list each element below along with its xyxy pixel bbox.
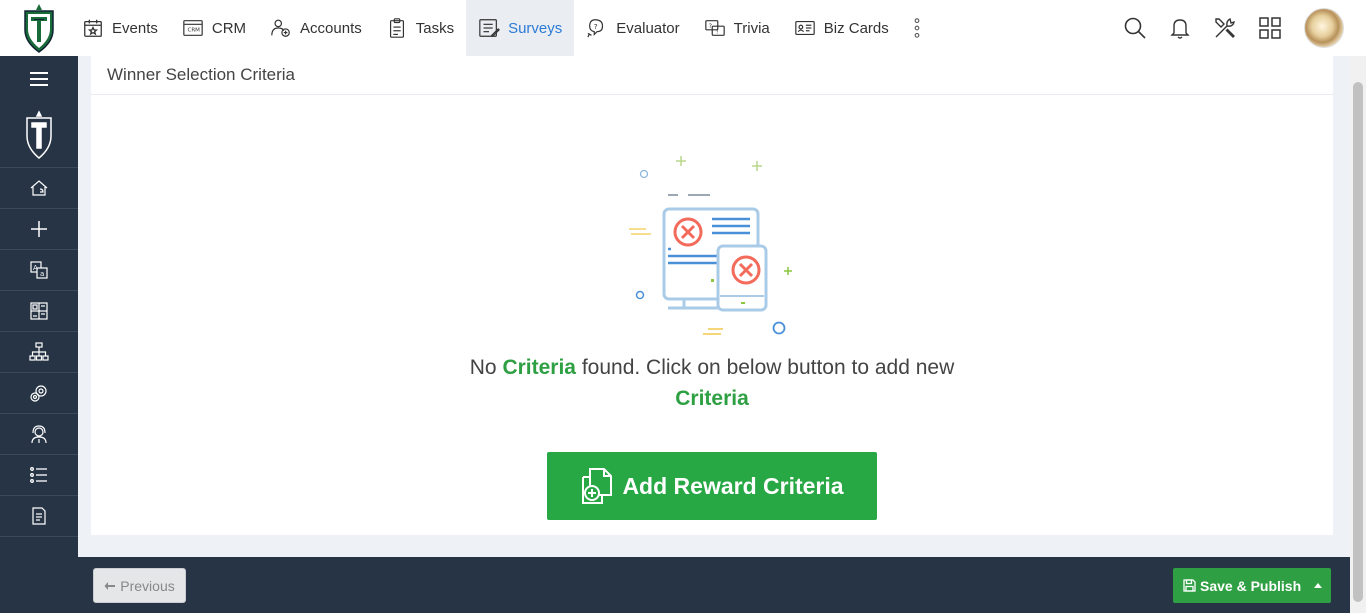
svg-text:!: ! [716, 28, 719, 36]
nav-item-surveys[interactable]: Surveys [466, 0, 575, 56]
nav-item-biz-cards[interactable]: Biz Cards [782, 0, 901, 56]
accounts-icon [271, 19, 290, 37]
empty-text-highlight: Criteria [675, 387, 749, 410]
save-publish-main[interactable]: Save & Publish [1173, 568, 1305, 603]
trivia-icon: ?! [704, 20, 725, 36]
biz-card-icon [794, 20, 815, 36]
top-navbar: Events CRM CRM Accounts Tasks Surveys ? … [0, 0, 1366, 56]
support-agent-icon [31, 425, 47, 444]
nav-label: CRM [211, 19, 247, 37]
grid-icon [1259, 17, 1281, 39]
brand-logo[interactable] [0, 0, 78, 56]
svg-text:CRM: CRM [187, 28, 200, 34]
action-footer: Previous Save & Publish [78, 557, 1350, 613]
nav-item-events[interactable]: Events [70, 0, 170, 56]
previous-button[interactable]: Previous [93, 568, 186, 603]
scrollbar-thumb[interactable] [1353, 82, 1363, 602]
svg-text:?: ? [594, 22, 598, 31]
save-publish-label: Save & Publish [1200, 577, 1302, 594]
card-title: Winner Selection Criteria [91, 56, 1333, 95]
nav-more-button[interactable] [901, 0, 941, 56]
translate-icon: Aa [30, 261, 48, 279]
calendar-star-icon [84, 19, 102, 37]
nav-label: Trivia [733, 19, 770, 37]
main-nav: Events CRM CRM Accounts Tasks Surveys ? … [70, 0, 941, 56]
nav-label: Accounts [300, 19, 362, 37]
list-icon [30, 467, 47, 483]
nav-item-evaluator[interactable]: ? Evaluator [574, 0, 691, 56]
sidebar: Aa [0, 56, 78, 613]
shield-logo-icon [26, 109, 52, 159]
user-avatar[interactable] [1304, 8, 1344, 48]
crm-icon: CRM [183, 20, 203, 36]
notifications-button[interactable] [1168, 16, 1192, 40]
save-floppy-icon [1183, 579, 1196, 592]
sidebar-item-settings[interactable] [0, 373, 78, 414]
add-document-icon [582, 468, 613, 504]
hamburger-icon [30, 72, 48, 86]
nav-item-tasks[interactable]: Tasks [374, 0, 466, 56]
arrow-left-icon [104, 581, 116, 590]
nav-label: Surveys [508, 19, 563, 37]
more-vertical-icon [914, 18, 920, 38]
survey-icon [479, 19, 501, 38]
sidebar-item-translate[interactable]: Aa [0, 250, 78, 291]
empty-text-prefix: No [469, 356, 503, 379]
nav-item-trivia[interactable]: ?! Trivia [692, 0, 782, 56]
svg-text:A: A [33, 264, 38, 272]
home-icon [30, 180, 48, 196]
report-icon [32, 507, 46, 525]
previous-label: Previous [120, 577, 175, 594]
caret-up-icon [1314, 583, 1322, 588]
nav-label: Biz Cards [823, 19, 889, 37]
sidebar-item-add[interactable] [0, 209, 78, 250]
clipboard-icon [389, 18, 404, 38]
bell-icon [1170, 19, 1190, 39]
winner-criteria-card: Winner Selection Criteria No Criteria fo… [91, 56, 1333, 535]
nav-label: Events [112, 19, 158, 37]
empty-state-message: No Criteria found. Click on below button… [91, 352, 1333, 414]
evaluator-icon: ? [587, 19, 604, 38]
sidebar-item-list[interactable] [0, 455, 78, 496]
nav-label: Tasks [415, 19, 455, 37]
nav-item-accounts[interactable]: Accounts [258, 0, 374, 56]
sidebar-item-report[interactable] [0, 496, 78, 537]
sidebar-toggle[interactable] [0, 56, 78, 102]
svg-text:a: a [40, 270, 44, 278]
sidebar-item-home[interactable] [0, 168, 78, 209]
org-chart-icon [29, 342, 49, 361]
topbar-actions [1102, 0, 1344, 56]
gears-icon [30, 385, 47, 402]
nav-label: Evaluator [616, 19, 680, 37]
svg-text:?: ? [708, 22, 711, 30]
sidebar-item-dashboard[interactable] [0, 291, 78, 332]
sidebar-item-support[interactable] [0, 414, 78, 455]
add-reward-criteria-button[interactable]: Add Reward Criteria [547, 452, 877, 520]
tools-icon [1215, 17, 1235, 38]
shield-logo-icon [24, 4, 54, 53]
empty-state-illustration-icon [629, 156, 792, 335]
add-reward-criteria-label: Add Reward Criteria [622, 472, 844, 499]
plus-icon [31, 221, 47, 237]
page-scrollbar[interactable] [1350, 56, 1366, 613]
nav-item-crm[interactable]: CRM CRM [170, 0, 258, 56]
publish-dropdown-toggle[interactable] [1305, 568, 1331, 603]
sidebar-item-hierarchy[interactable] [0, 332, 78, 373]
search-icon [1124, 17, 1146, 39]
empty-text-highlight: Criteria [502, 356, 576, 379]
save-publish-button[interactable]: Save & Publish [1173, 568, 1331, 603]
dashboard-icon [30, 302, 48, 320]
apps-grid-button[interactable] [1258, 16, 1282, 40]
tools-button[interactable] [1213, 16, 1237, 40]
search-button[interactable] [1123, 16, 1147, 40]
sidebar-logo[interactable] [0, 102, 78, 168]
empty-text-middle: found. Click on below button to add new [575, 356, 955, 379]
